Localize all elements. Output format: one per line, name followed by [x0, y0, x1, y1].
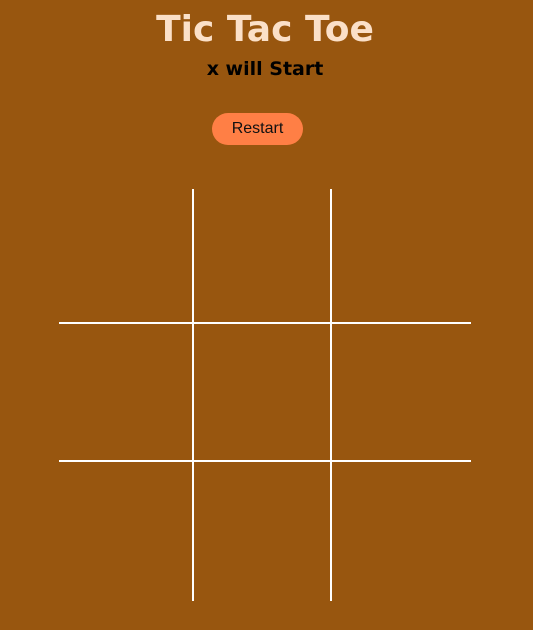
- board-cell-7[interactable]: [59, 462, 194, 601]
- board-cell-4[interactable]: [59, 324, 194, 462]
- board-cell-1[interactable]: [59, 189, 194, 324]
- game-board: [59, 189, 471, 601]
- board-cell-6[interactable]: [332, 324, 471, 462]
- game-page: Tic Tac Toe x will Start Restart: [0, 0, 533, 630]
- board-cell-3[interactable]: [332, 189, 471, 324]
- game-title: Tic Tac Toe: [156, 9, 374, 50]
- restart-button[interactable]: Restart: [212, 113, 303, 145]
- board-cell-8[interactable]: [194, 462, 332, 601]
- board-cell-5[interactable]: [194, 324, 332, 462]
- board-cell-2[interactable]: [194, 189, 332, 324]
- turn-status: x will Start: [206, 58, 324, 80]
- board-cell-9[interactable]: [332, 462, 471, 601]
